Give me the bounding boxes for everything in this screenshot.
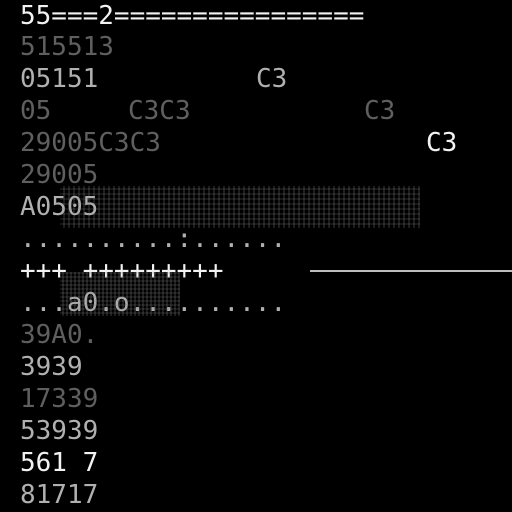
screen-noise-band — [60, 186, 420, 228]
terminal-line-2: 515513 — [20, 32, 114, 62]
terminal-line-11: 39A0. — [20, 320, 99, 350]
floating-glyph-4: C3 — [426, 128, 458, 158]
floating-glyph-1: C3 — [256, 64, 288, 94]
terminal-line-9: +++ +++++++++ — [20, 256, 224, 286]
terminal-line-8: ..........:...... — [20, 224, 287, 254]
terminal-line-15: 561 7 — [20, 448, 99, 478]
terminal-line-5: 29005C3C3 — [20, 128, 161, 158]
terminal-line-13: 17339 — [20, 384, 99, 414]
terminal-line-12: 3939 — [20, 352, 83, 382]
terminal-line-3: 05151 — [20, 64, 99, 94]
terminal-line-4: 05 — [20, 96, 52, 126]
terminal-line-16: 81717 — [20, 480, 99, 510]
terminal-rule-line — [310, 270, 512, 272]
terminal-line-14: 53939 — [20, 416, 99, 446]
floating-glyph-2: C3C3 — [128, 96, 191, 126]
terminal-line-10: ...a0.o.......... — [20, 288, 287, 318]
floating-glyph-3: C3 — [364, 96, 396, 126]
terminal-line-6: 29005 — [20, 160, 99, 190]
terminal-line-1: 55===2================ — [20, 1, 365, 31]
terminal-screen: 55===2================ 515513 05151 05 2… — [0, 0, 512, 512]
terminal-line-7: A0505 — [20, 192, 99, 222]
